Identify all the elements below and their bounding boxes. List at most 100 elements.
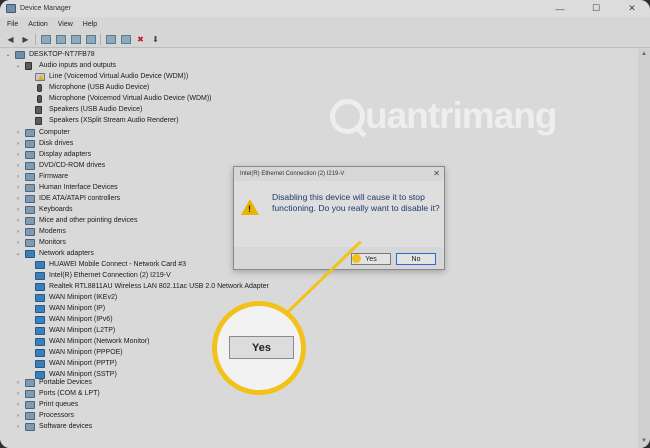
- scroll-up-icon[interactable]: ▲: [640, 51, 648, 57]
- chevron-right-icon[interactable]: ›: [14, 152, 22, 158]
- tree-item-microphone-usb[interactable]: Microphone (USB Audio Device): [35, 82, 149, 93]
- dialog-body: ! Disabling this device will cause it to…: [234, 181, 444, 247]
- chevron-right-icon[interactable]: ›: [14, 141, 22, 147]
- dialog-close-icon[interactable]: ✕: [433, 169, 440, 178]
- tree-item-mice[interactable]: › Mice and other pointing devices: [14, 215, 137, 226]
- tree-item-portable-devices[interactable]: › Portable Devices: [14, 377, 92, 388]
- menu-help[interactable]: Help: [83, 21, 97, 28]
- properties-icon-shape: [40, 34, 51, 44]
- tree-item-label: Speakers (USB Audio Device): [49, 106, 143, 113]
- chevron-right-icon[interactable]: ›: [14, 402, 22, 408]
- chevron-right-icon[interactable]: ›: [14, 218, 22, 224]
- tree-item-label: Portable Devices: [39, 379, 92, 386]
- chevron-right-icon[interactable]: ›: [14, 424, 22, 430]
- tree-item-processors[interactable]: › Processors: [14, 410, 74, 421]
- tree-item-huawei[interactable]: HUAWEI Mobile Connect - Network Card #3: [35, 259, 186, 270]
- tree-item-print-queues[interactable]: › Print queues: [14, 399, 78, 410]
- watermark-logo: uantrimang: [330, 95, 557, 137]
- back-arrow-icon[interactable]: ◀: [5, 34, 16, 45]
- tree-item-intel-ethernet[interactable]: Intel(R) Ethernet Connection (2) I219-V: [35, 270, 171, 281]
- forward-arrow-icon[interactable]: ▶: [20, 34, 31, 45]
- chevron-right-icon[interactable]: ›: [14, 229, 22, 235]
- display-adapter-icon: [25, 150, 35, 159]
- tree-item-label: Monitors: [39, 239, 66, 246]
- tree-item-monitors[interactable]: › Monitors: [14, 237, 66, 248]
- minimize-button[interactable]: —: [542, 0, 578, 17]
- uninstall-device-icon[interactable]: ✖: [135, 34, 146, 45]
- tree-item-network-adapters[interactable]: ⌄ Network adapters: [14, 248, 94, 259]
- menu-file[interactable]: File: [7, 21, 18, 28]
- chevron-right-icon[interactable]: ›: [14, 196, 22, 202]
- help-icon[interactable]: [70, 34, 81, 45]
- show-hidden-icon[interactable]: [85, 34, 96, 45]
- computer-icon: [15, 50, 25, 59]
- tree-item-ports[interactable]: › Ports (COM & LPT): [14, 388, 100, 399]
- tree-item-modems[interactable]: › Modems: [14, 226, 66, 237]
- monitor-icon: [25, 238, 35, 247]
- chevron-down-icon[interactable]: ⌄: [4, 51, 12, 58]
- close-button[interactable]: ✕: [614, 0, 650, 17]
- tree-item-audio[interactable]: ⌄ Audio inputs and outputs: [14, 60, 116, 71]
- tree-item-label: Display adapters: [39, 151, 92, 158]
- tree-item-label: WAN Miniport (Network Monitor): [49, 338, 150, 345]
- chevron-down-icon[interactable]: ⌄: [14, 62, 22, 69]
- tree-item-firmware[interactable]: › Firmware: [14, 171, 68, 182]
- update-driver-icon[interactable]: ⬇: [150, 34, 161, 45]
- tree-root-label: DESKTOP-NT7FB78: [29, 51, 95, 58]
- chevron-right-icon[interactable]: ›: [14, 163, 22, 169]
- vertical-scrollbar[interactable]: ▲ ▼: [638, 49, 650, 448]
- tree-item-wan-ikev2[interactable]: WAN Miniport (IKEv2): [35, 292, 117, 303]
- chevron-right-icon[interactable]: ›: [14, 207, 22, 213]
- no-button[interactable]: No: [396, 253, 436, 265]
- tree-item-hid[interactable]: › Human Interface Devices: [14, 182, 118, 193]
- tree-item-display-adapters[interactable]: › Display adapters: [14, 149, 91, 160]
- maximize-button[interactable]: ☐: [578, 0, 614, 17]
- tree-item-dvd-drives[interactable]: › DVD/CD-ROM drives: [14, 160, 105, 171]
- add-driver-icon[interactable]: [120, 34, 131, 45]
- network-adapter-icon: [35, 315, 45, 324]
- chevron-right-icon[interactable]: ›: [14, 174, 22, 180]
- scroll-down-icon[interactable]: ▼: [640, 438, 648, 444]
- tree-item-label: WAN Miniport (PPTP): [49, 360, 117, 367]
- tree-root[interactable]: ⌄ DESKTOP-NT7FB78: [4, 49, 95, 60]
- tree-item-software-devices[interactable]: › Software devices: [14, 421, 92, 432]
- warning-device-icon: [35, 72, 45, 81]
- tree-item-speakers-xsplit[interactable]: Speakers (XSplit Stream Audio Renderer): [35, 115, 179, 126]
- chevron-right-icon[interactable]: ›: [14, 413, 22, 419]
- properties-icon[interactable]: [40, 34, 51, 45]
- network-adapter-icon: [35, 293, 45, 302]
- chevron-right-icon[interactable]: ›: [14, 380, 22, 386]
- dialog-message: Disabling this device will cause it to s…: [272, 192, 440, 213]
- tree-item-ide-controllers[interactable]: › IDE ATA/ATAPI controllers: [14, 193, 120, 204]
- tree-item-wan-l2tp[interactable]: WAN Miniport (L2TP): [35, 325, 115, 336]
- tree-item-line-voicemod[interactable]: Line (Voicemod Virtual Audio Device (WDM…: [35, 71, 188, 82]
- scan-hardware-icon[interactable]: [105, 34, 116, 45]
- menu-action[interactable]: Action: [28, 21, 47, 28]
- chevron-right-icon[interactable]: ›: [14, 240, 22, 246]
- chevron-right-icon[interactable]: ›: [14, 185, 22, 191]
- tree-item-microphone-voicemod[interactable]: Microphone (Voicemod Virtual Audio Devic…: [35, 93, 212, 104]
- network-adapter-icon: [35, 271, 45, 280]
- details-icon[interactable]: [55, 34, 66, 45]
- tree-item-keyboards[interactable]: › Keyboards: [14, 204, 72, 215]
- tree-item-label: Intel(R) Ethernet Connection (2) I219-V: [49, 272, 171, 279]
- chevron-right-icon[interactable]: ›: [14, 391, 22, 397]
- speaker-icon: [35, 116, 42, 125]
- tree-item-speakers-usb[interactable]: Speakers (USB Audio Device): [35, 104, 142, 115]
- chevron-right-icon[interactable]: ›: [14, 130, 22, 136]
- tree-item-wan-pppoe[interactable]: WAN Miniport (PPPOE): [35, 347, 123, 358]
- toolbar-divider: [35, 33, 36, 45]
- tree-item-computer[interactable]: › Computer: [14, 127, 70, 138]
- tree-item-label: Processors: [39, 412, 75, 419]
- tree-item-disk-drives[interactable]: › Disk drives: [14, 138, 73, 149]
- tree-item-wan-ipv6[interactable]: WAN Miniport (IPv6): [35, 314, 113, 325]
- chevron-down-icon[interactable]: ⌄: [14, 250, 22, 257]
- help-icon-shape: [70, 34, 81, 44]
- tree-item-wan-ip[interactable]: WAN Miniport (IP): [35, 303, 105, 314]
- tree-item-label: WAN Miniport (PPPOE): [49, 349, 123, 356]
- tree-item-realtek[interactable]: Realtek RTL8811AU Wireless LAN 802.11ac …: [35, 281, 269, 292]
- toolbar: ◀ ▶ ✖ ⬇: [0, 31, 650, 48]
- tree-item-wan-network-monitor[interactable]: WAN Miniport (Network Monitor): [35, 336, 149, 347]
- tree-item-wan-pptp[interactable]: WAN Miniport (PPTP): [35, 358, 117, 369]
- menu-view[interactable]: View: [58, 21, 73, 28]
